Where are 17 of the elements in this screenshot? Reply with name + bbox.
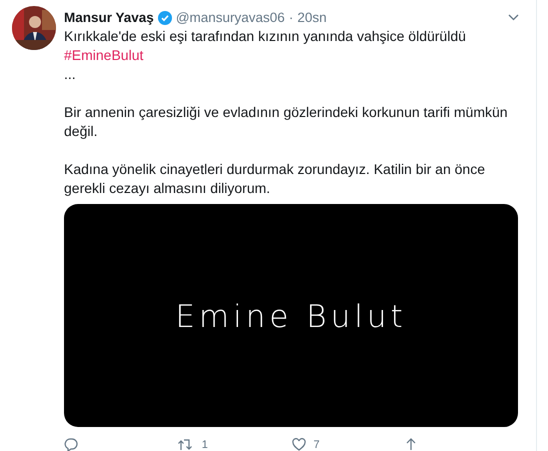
author-name[interactable]: Mansur Yavaş [64,10,154,26]
chevron-down-icon[interactable] [508,14,519,22]
action-count: 1 [202,438,208,450]
retweet-icon[interactable] [178,438,194,451]
media-text: Emine Bulut [175,298,407,335]
share-icon[interactable] [405,438,418,451]
hashtag-link[interactable]: #EmineBulut [64,47,144,64]
author-handle[interactable]: @mansuryavas06 [176,10,285,26]
separator: · [288,10,294,26]
heart-icon[interactable] [292,438,306,451]
tweet-text: Kadına yönelik cinayetleri durdurmak zorundayız. Katilin bir an önce gerekli cezayı almasını diliyorum. [64,160,486,198]
action-count: 7 [314,438,320,450]
media-card[interactable]: Emine Bulut [64,204,518,427]
reply-icon[interactable] [64,438,78,451]
tweet-text: Bir annenin çaresizliği ve evladının gözlerindeki korkunun tarifi mümkün değil. [64,103,509,142]
tweet-text: Kırıkkale'de eski eşi tarafından kızının yanında vahşice öldürüldü #EmineBulut ... [64,27,467,84]
timestamp[interactable]: 20sn [297,10,327,26]
